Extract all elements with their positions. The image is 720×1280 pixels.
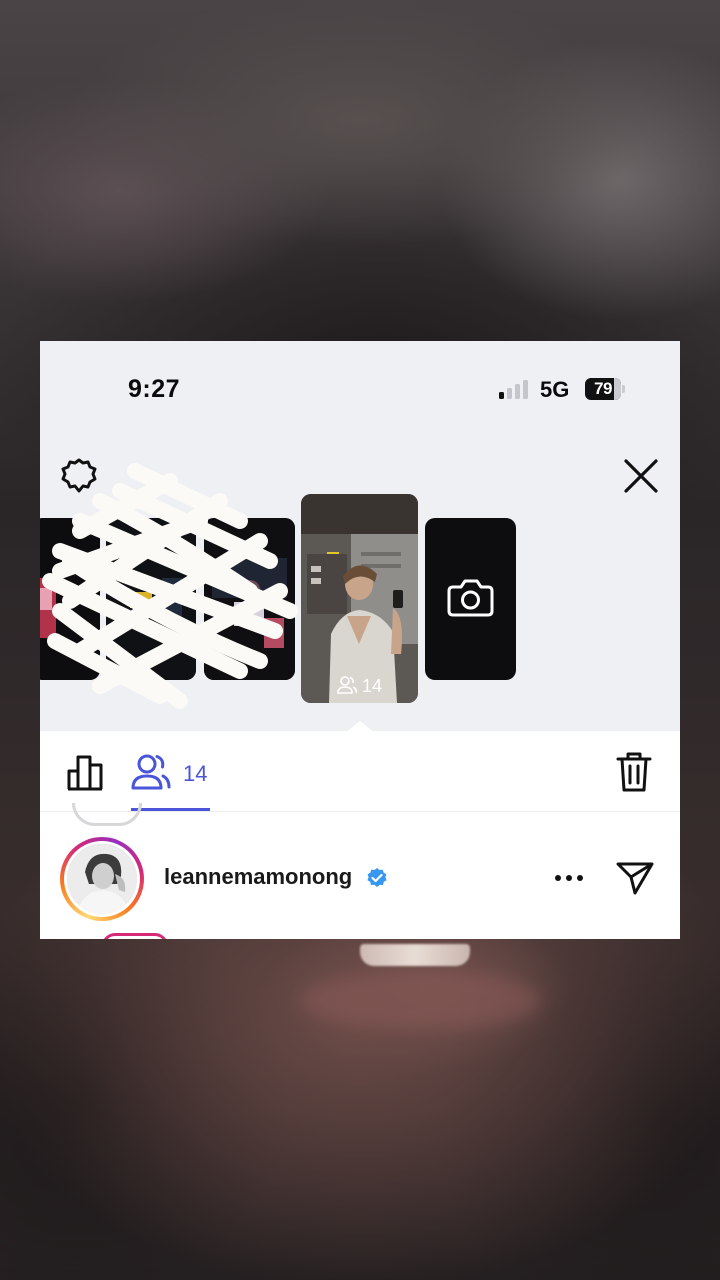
story-thumbnail[interactable]	[106, 518, 196, 680]
more-dots-icon[interactable]	[554, 866, 584, 890]
active-tab-indicator	[131, 808, 210, 811]
viewers-count: 14	[183, 761, 208, 786]
tab-viewers[interactable]: 14	[131, 747, 211, 801]
story-viewer-count-value: 14	[361, 676, 383, 696]
verified-badge-icon	[366, 867, 388, 889]
story-viewers-screenshot: 9:27 5G 79 14 14 leannemamonong	[40, 341, 680, 939]
battery-icon: 79	[585, 378, 621, 400]
active-story-thumbnail[interactable]: 14	[301, 494, 418, 703]
avatar-photo	[67, 844, 137, 914]
avatar[interactable]	[60, 837, 144, 921]
people-icon	[131, 754, 171, 790]
gear-icon[interactable]	[60, 457, 98, 495]
close-icon[interactable]	[622, 457, 660, 495]
signal-icon	[499, 379, 531, 399]
tab-insights[interactable]	[66, 753, 104, 791]
previous-viewer-avatar-edge	[72, 803, 142, 826]
background-blur-shape	[300, 970, 540, 1030]
network-type: 5G	[540, 377, 570, 402]
add-story-camera-tile[interactable]	[425, 518, 516, 680]
story-thumbnail[interactable]	[40, 518, 100, 680]
battery-tip	[622, 385, 625, 393]
story-thumbnail[interactable]	[204, 518, 295, 680]
camera-icon	[447, 579, 494, 617]
viewer-tabs: 14	[40, 731, 680, 812]
trash-icon[interactable]	[614, 751, 654, 793]
battery-level: 79	[594, 379, 612, 398]
status-time: 9:27	[128, 375, 181, 403]
viewer-list-item[interactable]: leannemamonong	[40, 836, 680, 921]
background-blur-shape	[360, 944, 470, 966]
story-viewer-count: 14	[301, 676, 418, 697]
send-icon[interactable]	[615, 860, 655, 896]
bar-chart-icon	[67, 755, 103, 791]
next-viewer-avatar-edge	[102, 933, 168, 939]
viewer-username[interactable]: leannemamonong	[164, 864, 352, 890]
story-tray-area: 9:27 5G 79 14	[40, 341, 680, 733]
people-icon	[337, 676, 358, 694]
